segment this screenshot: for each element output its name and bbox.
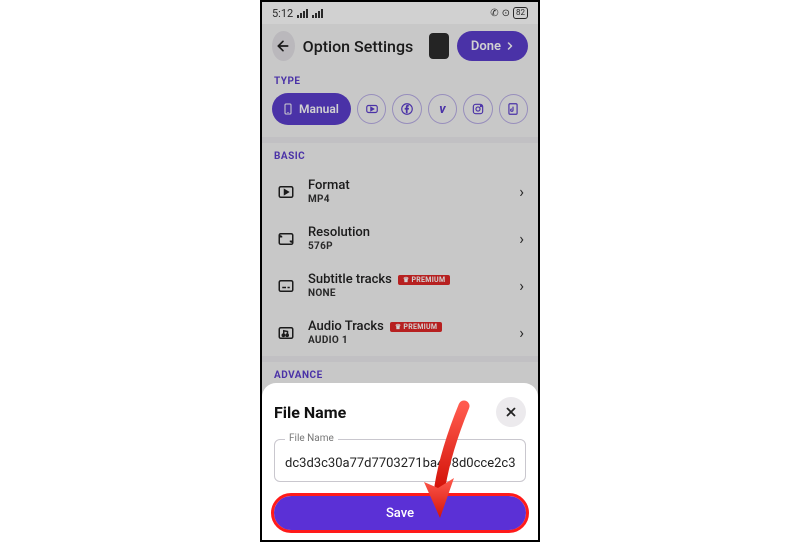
status-time: 5:12 <box>272 7 293 20</box>
chip-youtube[interactable] <box>357 94 386 124</box>
done-label: Done <box>471 39 501 54</box>
section-type-label: TYPE <box>262 68 538 93</box>
facebook-icon <box>400 102 414 116</box>
chip-manual-label: Manual <box>299 102 339 116</box>
row-resolution-title: Resolution <box>308 225 507 240</box>
row-resolution[interactable]: Resolution 576P › <box>262 215 538 262</box>
vimeo-icon: v <box>439 102 445 117</box>
premium-badge: PREMIUM <box>390 322 443 332</box>
audio-icon <box>276 323 296 343</box>
instagram-icon <box>471 102 485 116</box>
row-subtitle-title: Subtitle tracks <box>308 272 392 287</box>
youtube-icon <box>365 102 379 116</box>
filename-input[interactable] <box>285 456 515 471</box>
subtitle-icon <box>276 276 296 296</box>
chip-vimeo[interactable]: v <box>428 94 457 124</box>
chip-instagram[interactable] <box>463 94 492 124</box>
video-thumbnail[interactable] <box>429 33 449 59</box>
done-button[interactable]: Done <box>457 31 528 61</box>
phone-icon <box>282 102 294 116</box>
type-row: Manual v <box>262 93 538 137</box>
chip-manual[interactable]: Manual <box>272 93 351 125</box>
tiktok-icon <box>506 102 520 116</box>
resolution-icon <box>276 229 296 249</box>
chevron-right-icon: › <box>519 276 524 295</box>
row-format-title: Format <box>308 178 507 193</box>
chip-tiktok[interactable] <box>499 94 528 124</box>
chip-facebook[interactable] <box>392 94 421 124</box>
battery-indicator: 82 <box>513 7 528 19</box>
sheet-title: File Name <box>274 403 346 422</box>
signal-icon <box>297 9 308 18</box>
save-label: Save <box>386 506 414 521</box>
close-button[interactable] <box>496 397 526 427</box>
row-subtitle-sub: NONE <box>308 288 507 299</box>
app-header: Option Settings Done <box>262 24 538 68</box>
row-subtitle[interactable]: Subtitle tracks PREMIUM NONE › <box>262 262 538 309</box>
row-resolution-sub: 576P <box>308 241 507 252</box>
filename-sheet: File Name File Name Save <box>262 383 538 540</box>
format-icon <box>276 182 296 202</box>
section-basic-label: BASIC <box>262 143 538 168</box>
row-audio-title: Audio Tracks <box>308 319 384 334</box>
filename-field-wrap: File Name <box>274 439 526 482</box>
save-button[interactable]: Save <box>274 496 526 530</box>
arrow-left-icon <box>275 38 291 54</box>
row-audio[interactable]: Audio Tracks PREMIUM AUDIO 1 › <box>262 309 538 356</box>
voice-icon: ✆ <box>490 8 498 19</box>
row-audio-sub: AUDIO 1 <box>308 335 507 346</box>
filename-field-label: File Name <box>285 433 338 444</box>
status-bar: 5:12 ✆ ⊙ 82 <box>262 2 538 24</box>
phone-frame: 5:12 ✆ ⊙ 82 Option Settings Done TYPE Ma… <box>260 0 540 542</box>
page-title: Option Settings <box>303 37 414 56</box>
row-format[interactable]: Format MP4 › <box>262 168 538 215</box>
row-format-sub: MP4 <box>308 194 507 205</box>
back-button[interactable] <box>272 31 295 61</box>
chevron-right-icon <box>504 40 516 52</box>
chevron-right-icon: › <box>519 323 524 342</box>
signal-icon-2 <box>312 9 323 18</box>
alarm-icon: ⊙ <box>502 8 510 19</box>
chevron-right-icon: › <box>519 229 524 248</box>
chevron-right-icon: › <box>519 182 524 201</box>
close-icon <box>504 405 518 419</box>
premium-badge: PREMIUM <box>398 275 451 285</box>
